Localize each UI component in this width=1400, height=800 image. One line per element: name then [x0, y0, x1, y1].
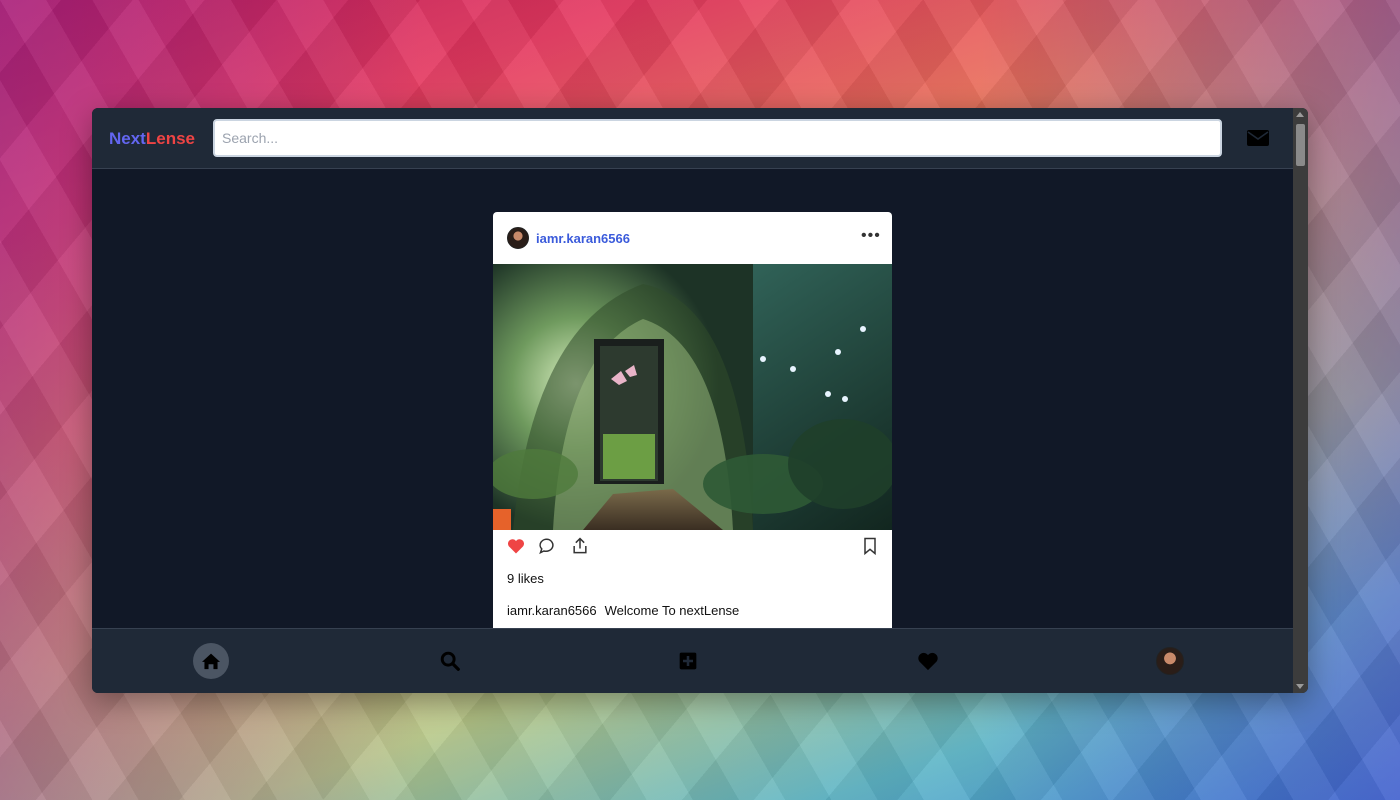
envelope-icon[interactable]	[1246, 128, 1270, 148]
scroll-thumb[interactable]	[1296, 124, 1305, 166]
bookmark-icon[interactable]	[860, 536, 880, 556]
scroll-up-arrow[interactable]	[1296, 112, 1304, 117]
ellipsis-icon[interactable]: •••	[861, 227, 881, 245]
post-caption: iamr.karan6566 Welcome To nextLense	[507, 603, 739, 618]
search-icon	[440, 651, 460, 671]
app-window: NextLense iamr.karan6566 •••	[92, 108, 1308, 693]
post-header: iamr.karan6566 •••	[493, 212, 892, 264]
post-actions	[493, 536, 892, 558]
logo-next: Next	[109, 129, 146, 148]
caption-text: Welcome To nextLense	[604, 603, 740, 618]
search-input[interactable]	[213, 119, 1222, 157]
logo[interactable]: NextLense	[109, 129, 195, 149]
logo-lense: Lense	[145, 129, 195, 148]
plus-square-icon	[679, 652, 697, 670]
profile-avatar	[1156, 647, 1184, 675]
post-username[interactable]: iamr.karan6566	[536, 231, 630, 246]
post-image[interactable]	[493, 264, 892, 530]
nav-profile[interactable]	[1152, 643, 1188, 679]
comment-icon[interactable]	[538, 536, 558, 556]
post-author-avatar[interactable]	[507, 227, 529, 249]
nav-activity[interactable]	[910, 643, 946, 679]
home-icon	[202, 653, 220, 670]
heart-icon[interactable]	[506, 536, 526, 556]
share-icon[interactable]	[570, 536, 590, 556]
nav-search[interactable]	[432, 643, 468, 679]
top-bar: NextLense	[92, 108, 1293, 169]
scroll-down-arrow[interactable]	[1296, 684, 1304, 689]
bottom-nav	[92, 628, 1293, 693]
likes-count: 9 likes	[507, 571, 544, 586]
nav-home[interactable]	[193, 643, 229, 679]
heart-icon	[918, 652, 938, 671]
post-card: iamr.karan6566 ••• 9 likes iamr.karan656…	[493, 212, 892, 632]
caption-username[interactable]: iamr.karan6566	[507, 603, 597, 618]
nav-create[interactable]	[670, 643, 706, 679]
scrollbar[interactable]	[1293, 108, 1308, 693]
